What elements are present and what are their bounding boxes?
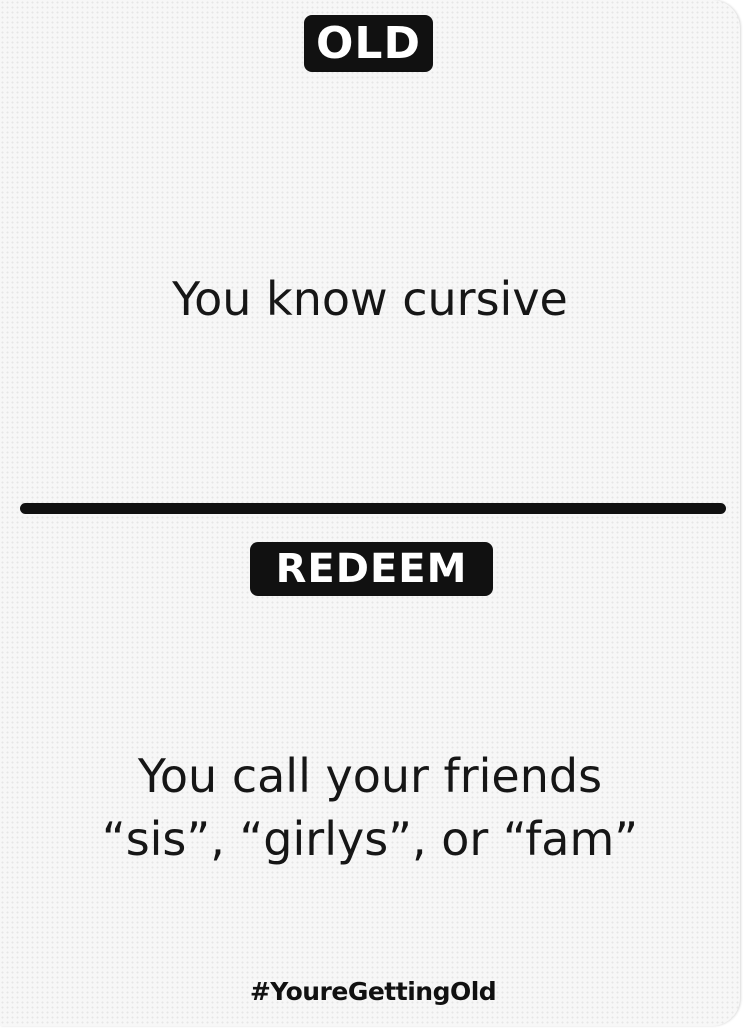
section-divider [20, 503, 726, 514]
redeem-prompt-line-1: You call your friends [137, 749, 603, 803]
redeem-prompt: You call your friends “sis”, “girlys”, o… [0, 745, 740, 871]
redeem-badge: REDEEM [250, 542, 493, 596]
redeem-badge-label: REDEEM [275, 546, 468, 592]
game-card: OLD You know cursive REDEEM You call you… [0, 0, 740, 1026]
old-badge-label: OLD [316, 18, 421, 69]
old-prompt: You know cursive [172, 272, 568, 326]
redeem-prompt-line-2: “sis”, “girlys”, or “fam” [101, 812, 639, 866]
old-badge: OLD [304, 15, 433, 72]
hashtag-footer: #YoureGettingOld [249, 977, 497, 1006]
